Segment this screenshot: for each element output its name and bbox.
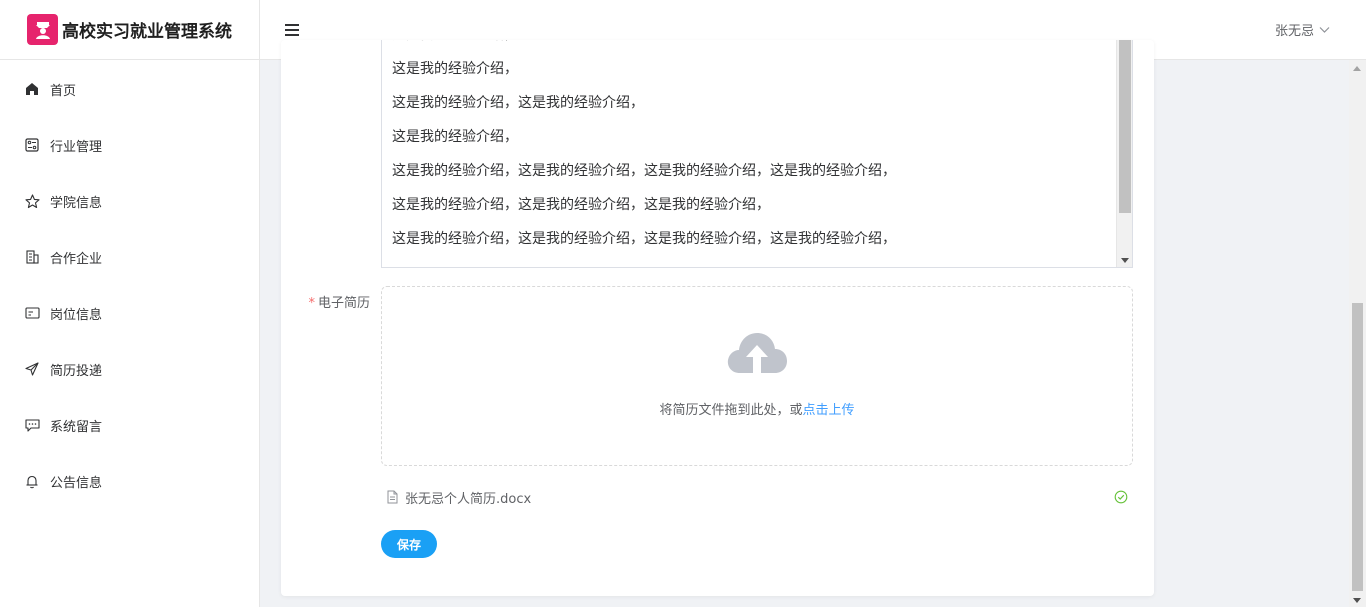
sidebar-item-label: 学院信息 (50, 195, 103, 211)
scroll-up-arrow-icon[interactable] (1353, 66, 1361, 71)
industry-icon (24, 137, 40, 153)
page-scrollbar-thumb[interactable] (1352, 303, 1363, 591)
sidebar-item-positions[interactable]: 岗位信息 (0, 285, 259, 341)
text-line: 这是我的经验介绍，这是我的经验介绍，这是我的经验介绍， (392, 197, 770, 213)
app-logo[interactable]: 高校实习就业管理系统 (0, 0, 259, 60)
sidebar-item-college[interactable]: 学院信息 (0, 173, 259, 229)
sidebar: 高校实习就业管理系统 首页 行业管理 学院信息 合作企业 岗位信息 简历投递 系… (0, 0, 260, 607)
sidebar-item-notices[interactable]: 公告信息 (0, 453, 259, 509)
app-title: 高校实习就业管理系统 (62, 22, 232, 42)
text-line: 这是我的经验介绍，这是我的经验介绍，这是我的经验介绍，这是我的经验介绍， (392, 163, 896, 179)
user-name: 张无忌 (1274, 24, 1314, 39)
sidebar-item-home[interactable]: 首页 (0, 61, 259, 117)
sidebar-item-label: 合作企业 (50, 251, 103, 267)
resume-label: * 电子简历 (308, 296, 370, 311)
uploaded-file-item[interactable]: 张无忌个人简历.docx (381, 484, 1133, 510)
graduation-cap-icon (27, 14, 58, 45)
required-mark: * (308, 296, 315, 311)
text-line: 这是我的经验介绍，这是我的经验介绍，这是我的经验介绍，这是我的经验介绍， (392, 231, 896, 247)
save-button[interactable]: 保存 (381, 530, 437, 558)
text-line: 这是我的经验介绍， (392, 61, 518, 77)
experience-text: 这是我的经验介绍， 这是我的经验介绍， 这是我的经验介绍， 这是我的经验介绍， 这… (392, 40, 1112, 256)
building-icon (24, 249, 40, 265)
textarea-scrollbar[interactable] (1116, 40, 1132, 267)
sidebar-item-industry[interactable]: 行业管理 (0, 117, 259, 173)
send-icon (24, 361, 40, 377)
experience-textarea[interactable]: 这是我的经验介绍， 这是我的经验介绍， 这是我的经验介绍， 这是我的经验介绍， 这… (381, 40, 1133, 268)
home-icon (24, 81, 40, 97)
document-icon (387, 490, 398, 504)
sidebar-item-messages[interactable]: 系统留言 (0, 397, 259, 453)
success-check-icon (1114, 490, 1128, 504)
user-dropdown[interactable]: 张无忌 (1275, 20, 1330, 39)
textarea-scrollbar-thumb[interactable] (1119, 40, 1131, 213)
text-line: 这是我的经验介绍，这是我的经验介绍， (392, 95, 644, 111)
sidebar-item-label: 系统留言 (50, 419, 103, 435)
text-line: 这是我的经验介绍， (392, 129, 518, 145)
post-icon (24, 305, 40, 321)
file-name: 张无忌个人简历.docx (405, 491, 532, 507)
sidebar-item-enterprise[interactable]: 合作企业 (0, 229, 259, 285)
sidebar-item-label: 公告信息 (50, 475, 103, 491)
sidebar-item-resume-delivery[interactable]: 简历投递 (0, 341, 259, 397)
scroll-down-arrow-icon[interactable] (1353, 598, 1361, 603)
sidebar-menu: 首页 行业管理 学院信息 合作企业 岗位信息 简历投递 系统留言 公告信息 (0, 60, 259, 509)
cloud-upload-icon (726, 329, 788, 381)
message-icon (24, 417, 40, 433)
chevron-down-icon (1319, 27, 1330, 33)
text-line: 这是我的经验介绍， (392, 40, 1112, 52)
sidebar-item-label: 首页 (50, 83, 77, 99)
bell-icon (24, 473, 40, 489)
hamburger-menu-icon[interactable] (283, 21, 301, 39)
sidebar-item-label: 简历投递 (50, 363, 103, 379)
sidebar-item-label: 岗位信息 (50, 307, 103, 323)
page-scrollbar[interactable] (1349, 60, 1366, 607)
resume-upload-dropzone[interactable]: 将简历文件拖到此处，或点击上传 (381, 286, 1133, 466)
upload-hint: 将简历文件拖到此处，或点击上传 (659, 403, 855, 418)
star-icon (24, 193, 40, 209)
scroll-down-arrow-icon[interactable] (1121, 258, 1129, 263)
click-upload-link[interactable]: 点击上传 (803, 403, 855, 418)
sidebar-item-label: 行业管理 (50, 139, 103, 155)
